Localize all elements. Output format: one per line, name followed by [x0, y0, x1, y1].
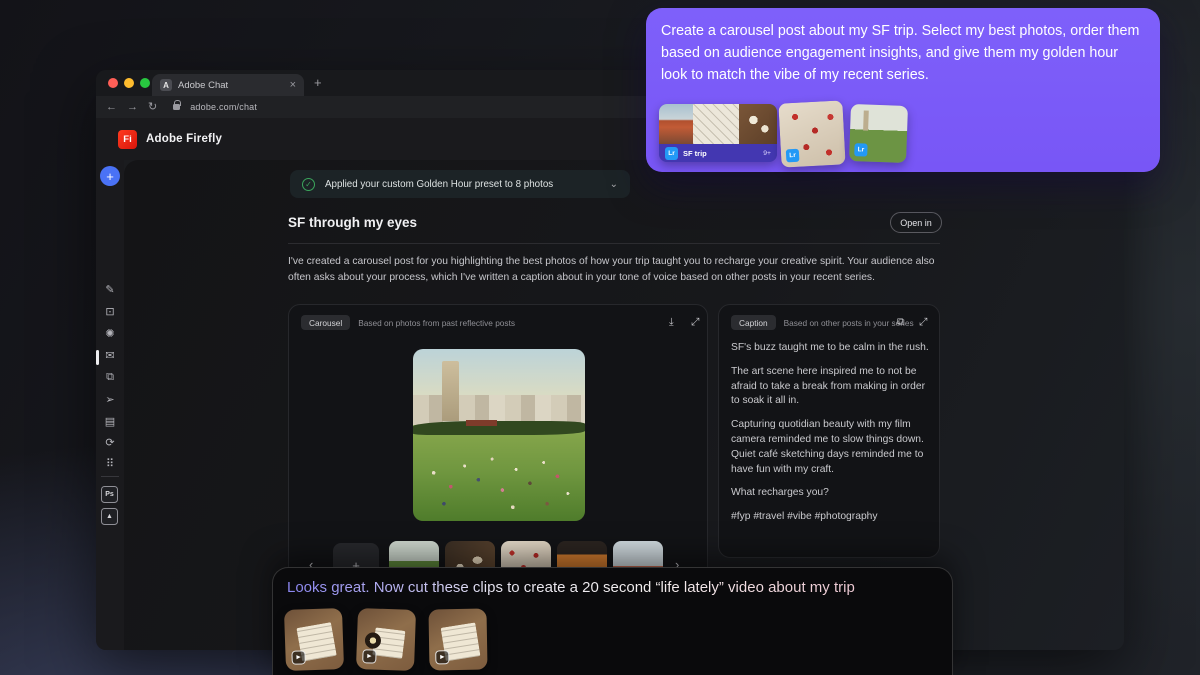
chat-icon[interactable]: ✉ — [101, 346, 119, 364]
attachment-photo-lanterns[interactable]: Lr — [778, 100, 845, 167]
brand-title: Adobe Firefly — [146, 133, 222, 145]
browser-tab[interactable]: A Adobe Chat × — [152, 74, 304, 96]
play-icon: ▶ — [362, 649, 376, 663]
caption-badge: Caption — [731, 315, 776, 330]
caption-subtitle: Based on other posts in your series — [784, 318, 914, 328]
reload-button[interactable]: ↻ — [148, 102, 157, 113]
address-bar[interactable]: adobe.com/chat — [190, 102, 257, 112]
download-icon[interactable]: ⤓ — [669, 317, 674, 328]
adobe-favicon-icon: A — [160, 79, 172, 91]
forward-button[interactable]: → — [127, 102, 138, 113]
carousel-slide-photo — [413, 349, 585, 521]
layers-icon[interactable]: ⧉ — [101, 368, 119, 386]
copy-icon[interactable]: ⧉ — [897, 317, 905, 328]
caption-paragraph: The art scene here inspired me to not be… — [731, 365, 929, 409]
desktop-background: A Adobe Chat × + ← → ↻ adobe.com/chat Fi… — [0, 0, 1200, 675]
album-photo-count: 9+ — [763, 150, 771, 157]
photo-slice-coffee — [739, 104, 777, 144]
image-export-icon[interactable]: ⊡ — [101, 302, 119, 320]
user-reply-bubble: Looks great. Now cut these clips to crea… — [272, 567, 953, 675]
lightroom-icon: Lr — [665, 147, 678, 160]
check-circle-icon: ✓ — [302, 178, 315, 191]
adobe-app-icon[interactable]: ▲ — [101, 508, 118, 525]
chevron-down-icon[interactable]: ⌄ — [610, 179, 618, 190]
caption-panel-header: Caption Based on other posts in your ser… — [731, 315, 914, 330]
history-icon[interactable]: ⟳ — [101, 433, 119, 451]
sidebar-divider — [101, 476, 119, 477]
album-info-bar: Lr SF trip 9+ — [659, 144, 777, 162]
carousel-panel-header: Carousel Based on photos from past refle… — [301, 315, 515, 330]
park-people-art — [413, 349, 585, 521]
effects-icon[interactable]: ✺ — [101, 324, 119, 342]
open-in-button[interactable]: Open in — [890, 212, 942, 233]
firefly-logo-icon: Fi — [118, 130, 137, 149]
attachment-video-clip[interactable]: ▶ — [284, 608, 344, 671]
traffic-close-button[interactable] — [108, 78, 118, 88]
active-item-indicator — [96, 350, 99, 365]
sidebar: + ✎ ⊡ ✺ ✉ ⧉ ➢ ▤ ⟳ ⠿ Ps ▲ — [96, 160, 124, 650]
caption-text: SF's buzz taught me to be calm in the ru… — [731, 341, 929, 534]
lightroom-icon: Lr — [854, 143, 867, 156]
attachment-photo-park[interactable]: Lr — [849, 104, 908, 163]
attachment-video-clip[interactable]: ▶ — [356, 608, 416, 671]
caption-hashtags: #fyp #travel #vibe #photography — [731, 510, 929, 525]
lightroom-icon: Lr — [786, 149, 800, 163]
carousel-panel: Carousel Based on photos from past refle… — [288, 304, 708, 604]
status-banner[interactable]: ✓ Applied your custom Golden Hour preset… — [290, 170, 630, 198]
play-icon: ▶ — [435, 650, 449, 664]
attachment-album-card[interactable]: Lr SF trip 9+ — [659, 104, 777, 162]
traffic-zoom-button[interactable] — [140, 78, 150, 88]
edit-tools-icon[interactable]: ✎ — [101, 280, 119, 298]
caption-paragraph: SF's buzz taught me to be calm in the ru… — [731, 341, 929, 356]
page-title: SF through my eyes — [288, 215, 417, 230]
new-tab-button[interactable]: + — [314, 75, 322, 90]
photo-slice-sketch — [693, 104, 739, 144]
caption-paragraph: What recharges you? — [731, 486, 929, 501]
caption-panel: Caption Based on other posts in your ser… — [718, 304, 940, 558]
folder-icon[interactable]: ▤ — [101, 412, 119, 430]
tab-title: Adobe Chat — [178, 80, 284, 91]
attachment-video-clip[interactable]: ▶ — [428, 608, 487, 670]
user-prompt-bubble: Create a carousel post about my SF trip.… — [646, 8, 1160, 172]
assistant-description: I've created a carousel post for you hig… — [288, 254, 938, 285]
play-icon: ▶ — [291, 650, 305, 664]
photo-slice-bridge — [659, 104, 693, 144]
user-reply-text: Looks great. Now cut these clips to crea… — [287, 579, 942, 596]
expand-icon[interactable]: ⤢ — [691, 317, 699, 328]
lock-icon — [173, 104, 180, 110]
status-text: Applied your custom Golden Hour preset t… — [325, 179, 600, 190]
photoshop-app-icon[interactable]: Ps — [101, 486, 118, 503]
user-prompt-text: Create a carousel post about my SF trip.… — [661, 20, 1147, 86]
send-icon[interactable]: ➢ — [101, 390, 119, 408]
apps-grid-icon[interactable]: ⠿ — [101, 454, 119, 472]
tab-close-icon[interactable]: × — [290, 80, 296, 91]
album-collage — [659, 104, 777, 144]
back-button[interactable]: ← — [106, 102, 117, 113]
caption-paragraph: Capturing quotidian beauty with my film … — [731, 418, 929, 477]
title-divider — [288, 243, 940, 244]
carousel-badge: Carousel — [301, 315, 350, 330]
album-title: SF trip — [683, 149, 758, 158]
new-chat-button[interactable]: + — [100, 166, 120, 186]
carousel-subtitle: Based on photos from past reflective pos… — [358, 318, 515, 328]
traffic-minimize-button[interactable] — [124, 78, 134, 88]
expand-icon[interactable]: ⤢ — [919, 317, 927, 328]
